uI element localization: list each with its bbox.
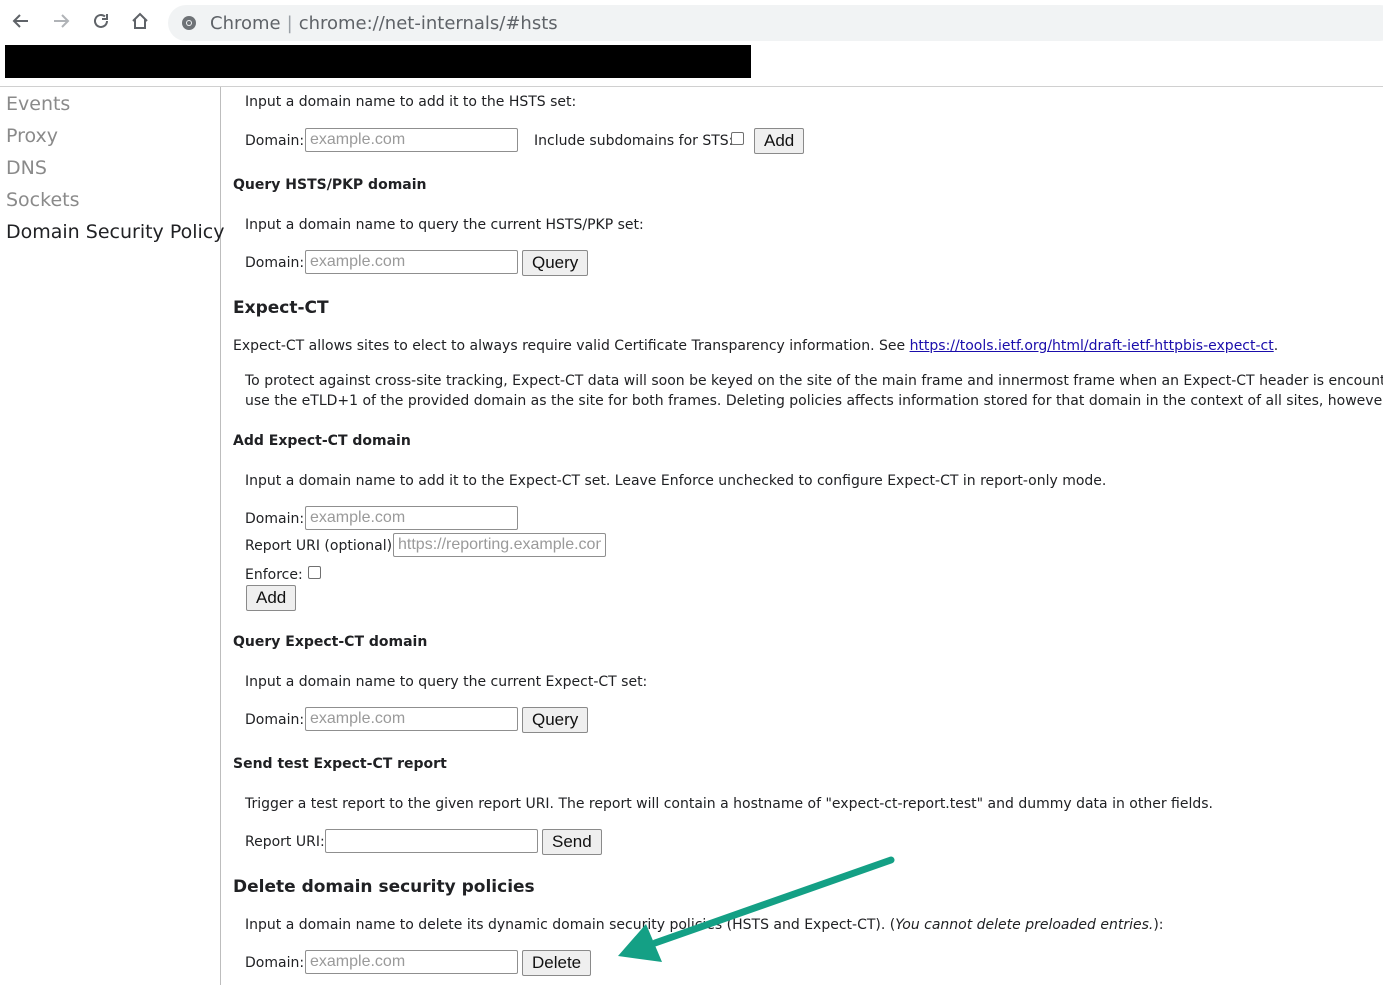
add-expect-ct-domain-label: Domain: — [245, 511, 305, 527]
query-expect-ct-domain-input[interactable] — [305, 707, 518, 731]
test-report-description: Trigger a test report to the given repor… — [245, 796, 1213, 812]
enforce-checkbox[interactable] — [308, 566, 321, 579]
expect-ct-intro-end: . — [1273, 338, 1279, 354]
add-hsts-button[interactable]: Add — [754, 128, 805, 154]
sidebar-item-dns[interactable]: DNS — [6, 157, 47, 179]
add-hsts-description: Input a domain name to add it to the HST… — [245, 94, 577, 110]
back-arrow-icon[interactable] — [6, 6, 36, 36]
chrome-logo-icon — [181, 15, 197, 31]
query-hsts-description: Input a domain name to query the current… — [245, 217, 644, 233]
report-uri-optional-label: Report URI (optional): — [245, 538, 397, 554]
expect-ct-note-line-2: use the eTLD+1 of the provided domain as… — [245, 393, 1383, 409]
expect-ct-intro-text: Expect-CT allows sites to elect to alway… — [233, 338, 906, 354]
query-hsts-button[interactable]: Query — [522, 250, 589, 276]
add-hsts-domain-label: Domain: — [245, 133, 305, 149]
query-hsts-domain-label: Domain: — [245, 255, 305, 271]
sidebar-item-events[interactable]: Events — [6, 93, 70, 115]
redaction-bar — [5, 45, 751, 78]
address-text: Chrome | chrome://net-internals/#hsts — [210, 13, 558, 34]
address-bar[interactable]: Chrome | chrome://net-internals/#hsts — [168, 5, 1383, 41]
add-expect-ct-domain-input[interactable] — [305, 506, 518, 530]
reload-icon[interactable] — [86, 6, 116, 36]
delete-policies-desc-end: ): — [1153, 917, 1164, 933]
delete-domain-input[interactable] — [305, 950, 518, 974]
browser-chip: Chrome — [210, 13, 281, 34]
expect-ct-note-line-1: To protect against cross-site tracking, … — [245, 373, 1383, 389]
query-hsts-domain-input[interactable] — [305, 250, 518, 274]
url-text: chrome://net-internals/#hsts — [298, 13, 558, 34]
expect-ct-title: Expect-CT — [233, 298, 329, 318]
expect-ct-spec-link[interactable]: https://tools.ietf.org/html/draft-ietf-h… — [910, 338, 1274, 354]
add-expect-ct-button[interactable]: Add — [246, 585, 297, 611]
address-separator: | — [286, 13, 293, 34]
sidebar-item-sockets[interactable]: Sockets — [6, 189, 80, 211]
expect-ct-intro: Expect-CT allows sites to elect to alway… — [233, 338, 1278, 354]
sidebar-item-domain-security-policy[interactable]: Domain Security Policy — [6, 221, 224, 243]
send-test-report-button[interactable]: Send — [542, 829, 602, 855]
preloaded-note: You cannot delete preloaded entries. — [895, 917, 1154, 933]
query-expect-ct-domain-label: Domain: — [245, 712, 305, 728]
home-icon[interactable] — [125, 6, 155, 36]
test-report-title: Send test Expect-CT report — [233, 756, 447, 772]
include-subdomains-label: Include subdomains for STS: — [534, 133, 734, 149]
forward-arrow-icon[interactable] — [46, 6, 76, 36]
test-report-uri-label: Report URI: — [245, 834, 325, 850]
query-expect-ct-title: Query Expect-CT domain — [233, 634, 428, 650]
delete-button[interactable]: Delete — [522, 950, 592, 976]
include-subdomains-checkbox[interactable] — [731, 132, 744, 145]
delete-policies-description: Input a domain name to delete its dynami… — [245, 917, 1164, 933]
query-expect-ct-button[interactable]: Query — [522, 707, 589, 733]
add-expect-ct-description: Input a domain name to add it to the Exp… — [245, 473, 1107, 489]
query-hsts-title: Query HSTS/PKP domain — [233, 177, 427, 193]
test-report-uri-input[interactable] — [325, 829, 538, 853]
add-hsts-domain-input[interactable] — [305, 128, 518, 152]
delete-domain-label: Domain: — [245, 955, 305, 971]
sidebar: Events Proxy DNS Sockets Domain Security… — [0, 87, 224, 985]
report-uri-optional-input[interactable] — [393, 533, 606, 557]
sidebar-item-proxy[interactable]: Proxy — [6, 125, 58, 147]
enforce-label: Enforce: — [245, 567, 303, 583]
browser-toolbar: Chrome | chrome://net-internals/#hsts — [0, 0, 1383, 45]
delete-policies-title: Delete domain security policies — [233, 877, 535, 897]
query-expect-ct-description: Input a domain name to query the current… — [245, 674, 648, 690]
add-expect-ct-title: Add Expect-CT domain — [233, 433, 411, 449]
main-content: Input a domain name to add it to the HST… — [221, 87, 1383, 985]
delete-policies-desc-text: Input a domain name to delete its dynami… — [245, 917, 896, 933]
